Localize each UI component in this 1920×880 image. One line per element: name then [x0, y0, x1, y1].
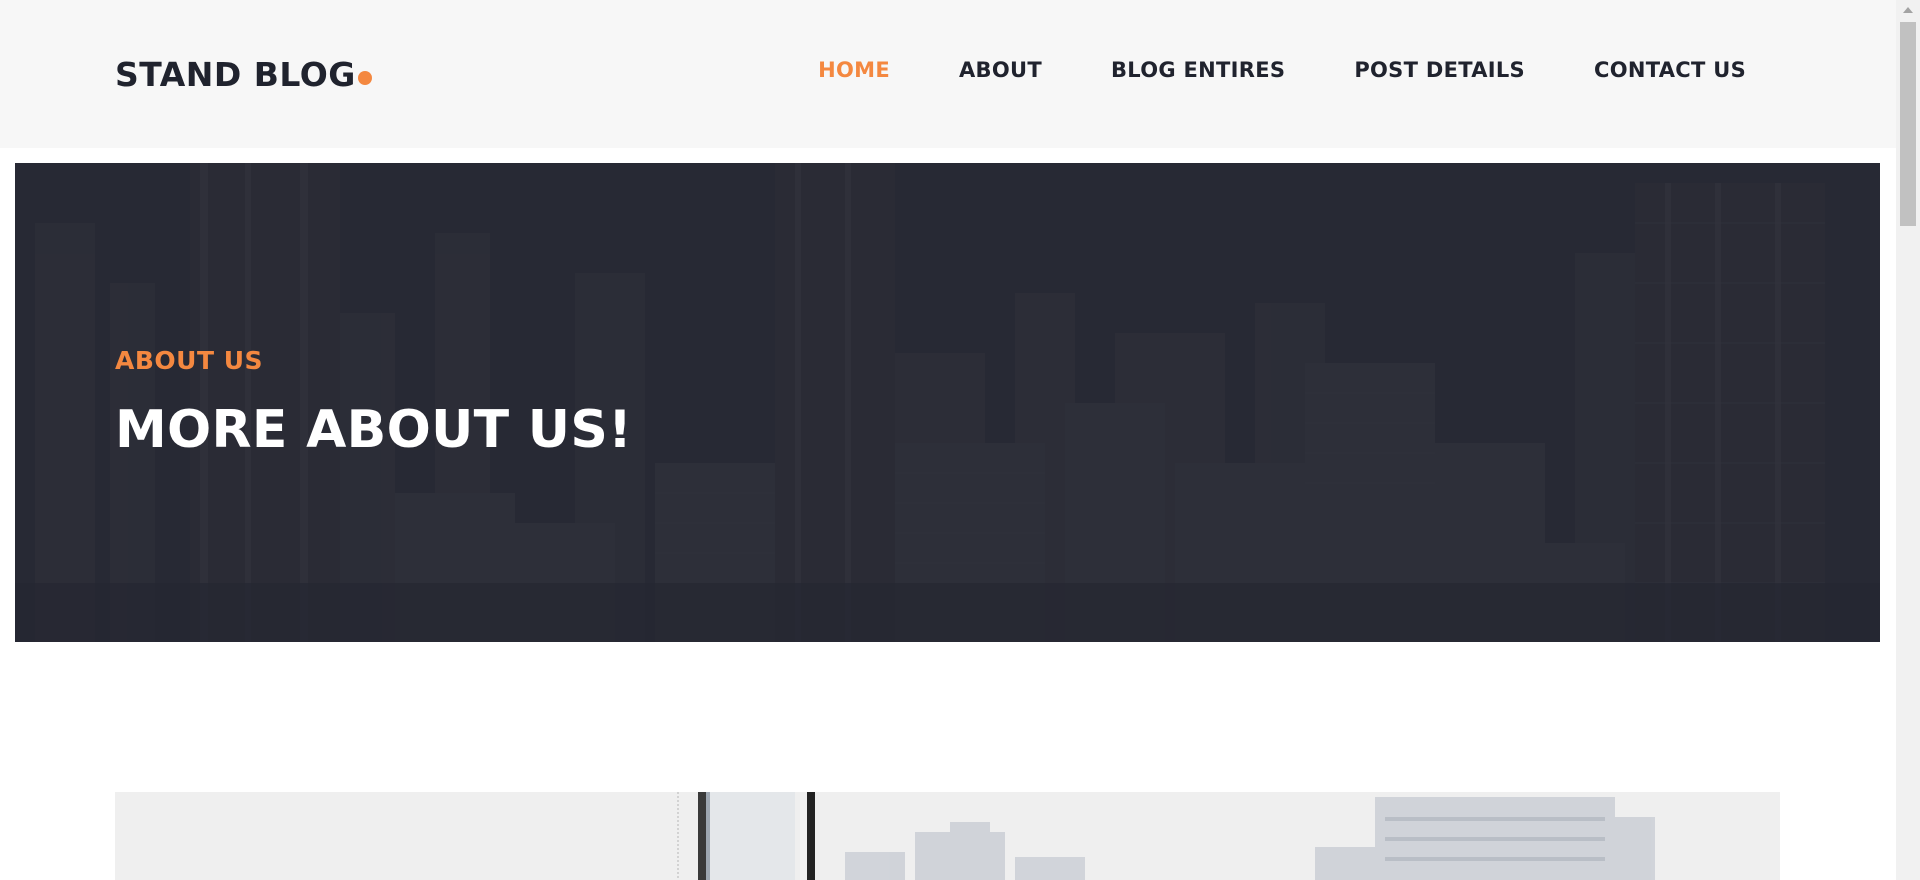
nav-item-blog-entries[interactable]: BLOG ENTIRES [1111, 58, 1285, 82]
office-window-photo [115, 792, 1780, 880]
main-navigation: HOME ABOUT BLOG ENTIRES POST DETAILS CON… [749, 58, 1746, 82]
banner-subtitle: ABOUT US [115, 346, 264, 375]
nav-item-post-details[interactable]: POST DETAILS [1354, 58, 1525, 82]
vertical-scrollbar[interactable] [1896, 0, 1920, 880]
scrollbar-thumb[interactable] [1900, 22, 1916, 226]
site-logo[interactable]: STAND BLOG [115, 55, 372, 103]
scroll-up-arrow-icon[interactable] [1903, 7, 1913, 13]
about-featured-image [115, 792, 1780, 880]
banner-title: MORE ABOUT US! [115, 400, 633, 460]
nav-item-contact-us[interactable]: CONTACT US [1594, 58, 1746, 82]
page: STAND BLOG HOME ABOUT BLOG ENTIRES POST … [0, 0, 1896, 880]
nav-item-about[interactable]: ABOUT [959, 58, 1042, 82]
site-header: STAND BLOG HOME ABOUT BLOG ENTIRES POST … [0, 0, 1896, 148]
logo-dot-icon [357, 71, 372, 85]
logo-text: STAND BLOG [115, 55, 356, 94]
page-heading-banner: ABOUT US MORE ABOUT US! [15, 163, 1880, 642]
nav-item-home[interactable]: HOME [818, 58, 890, 82]
